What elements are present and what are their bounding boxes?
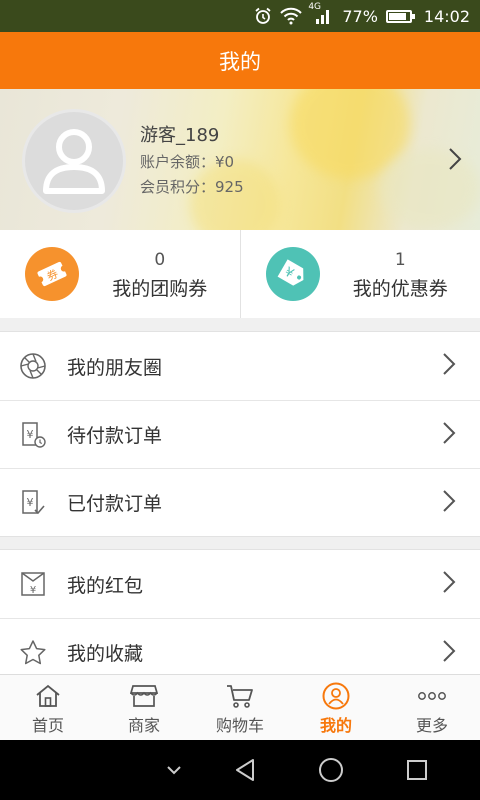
pending-payment-icon: ¥ [18, 420, 48, 450]
account-balance: 账户余额：¥0 [140, 153, 235, 171]
clock: 14:02 [423, 6, 470, 26]
group-coupon-label: 我的团购券 [112, 278, 208, 300]
chevron-right-icon [442, 421, 456, 449]
tab-cart[interactable]: 购物车 [192, 675, 288, 740]
tab-label: 首页 [31, 716, 64, 735]
chevron-right-icon [442, 639, 456, 667]
tab-label: 商家 [127, 716, 160, 735]
alarm-icon [254, 6, 272, 26]
page-header: 我的 [0, 32, 480, 89]
chevron-right-icon [442, 489, 456, 517]
network-label: 4G [308, 2, 322, 12]
more-icon [417, 683, 447, 709]
bottom-tab-bar: 首页 商家 购物车 我的 更多 [0, 674, 480, 740]
home-icon [35, 683, 61, 709]
tab-label: 更多 [415, 716, 448, 735]
member-points: 会员积分：925 [140, 178, 244, 196]
battery-percent: 77% [342, 6, 378, 26]
tab-merchants[interactable]: 商家 [96, 675, 192, 740]
menu-item-label: 我的收藏 [67, 643, 144, 665]
aperture-icon [18, 351, 48, 381]
background-blur [380, 149, 480, 229]
menu-item-favorites[interactable]: 我的收藏 [0, 618, 480, 674]
red-envelope-icon: ¥ [18, 569, 48, 599]
tab-label: 购物车 [215, 716, 264, 735]
group-coupon-count: 0 [154, 250, 166, 270]
menu-item-pending-orders[interactable]: ¥ 待付款订单 [0, 400, 480, 468]
chevron-right-icon[interactable] [448, 147, 462, 175]
chevron-right-icon [442, 352, 456, 380]
menu-item-friends-circle[interactable]: 我的朋友圈 [0, 332, 480, 400]
home-circle-icon[interactable] [316, 757, 346, 783]
profile-card[interactable]: 游客_189 账户余额：¥0 会员积分：925 [0, 89, 480, 230]
svg-text:¥: ¥ [27, 428, 34, 441]
system-nav-bar [0, 740, 480, 800]
menu-item-red-envelope[interactable]: ¥ 我的红包 [0, 550, 480, 618]
user-silhouette-icon [43, 129, 105, 194]
menu-item-label: 已付款订单 [67, 493, 163, 515]
svg-text:¥: ¥ [30, 585, 36, 596]
user-icon [322, 682, 350, 710]
menu-group-personal: ¥ 我的红包 我的收藏 [0, 549, 480, 674]
tab-more[interactable]: 更多 [384, 675, 480, 740]
menu-item-paid-orders[interactable]: ¥ 已付款订单 [0, 468, 480, 536]
chevron-down-icon[interactable] [159, 757, 189, 783]
recent-apps-icon[interactable] [402, 757, 432, 783]
discount-coupon-label: 我的优惠券 [352, 278, 448, 300]
signal-icon: 4G [308, 2, 334, 26]
tab-mine[interactable]: 我的 [288, 675, 384, 740]
group-coupon-icon: 券 [25, 247, 79, 301]
menu-group-orders: 我的朋友圈 ¥ 待付款订单 ¥ 已付款订单 [0, 331, 480, 537]
avatar[interactable] [22, 109, 126, 213]
back-icon[interactable] [230, 757, 260, 783]
coupon-bar: 券 0 我的团购券 ¥ 1 我的优惠券 [0, 230, 480, 318]
paid-order-icon: ¥ [18, 488, 48, 518]
status-bar: 4G 77% 14:02 [0, 0, 480, 32]
tab-label: 我的 [319, 716, 352, 735]
menu-item-label: 我的红包 [67, 574, 144, 597]
discount-coupon-icon: ¥ [265, 247, 320, 301]
menu-item-label: 待付款订单 [67, 425, 163, 447]
battery-icon [385, 6, 415, 26]
page-title: 我的 [219, 49, 261, 74]
cart-icon [226, 683, 254, 709]
chevron-right-icon [442, 570, 456, 598]
tab-home[interactable]: 首页 [0, 675, 96, 740]
username: 游客_189 [140, 125, 220, 146]
discount-coupon-button[interactable]: ¥ 1 我的优惠券 [239, 230, 480, 318]
store-icon [130, 683, 158, 709]
discount-coupon-count: 1 [394, 250, 406, 270]
profile-info: 游客_189 账户余额：¥0 会员积分：925 [140, 121, 244, 197]
star-icon [18, 638, 48, 668]
group-coupon-button[interactable]: 券 0 我的团购券 [0, 230, 240, 318]
svg-text:¥: ¥ [27, 496, 34, 509]
menu-item-label: 我的朋友圈 [67, 356, 163, 379]
wifi-icon [280, 6, 303, 26]
